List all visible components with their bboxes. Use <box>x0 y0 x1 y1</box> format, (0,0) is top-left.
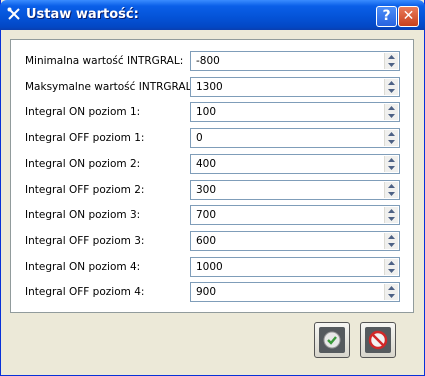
arrow-down-icon[interactable] <box>385 138 398 146</box>
field-label: Maksymalne wartość INTRGRAL: <box>25 81 195 93</box>
cancel-button[interactable] <box>360 322 396 358</box>
field-label: Integral ON poziom 1: <box>25 106 141 118</box>
arrow-up-icon[interactable] <box>385 79 398 87</box>
field-label: Integral OFF poziom 1: <box>25 132 145 144</box>
arrow-down-icon[interactable] <box>385 190 398 198</box>
spinner-value[interactable]: 1000 <box>196 261 223 273</box>
checkmark-icon <box>323 331 341 349</box>
help-icon: ? <box>382 8 391 24</box>
spinner-buttons <box>384 79 398 95</box>
ok-button[interactable] <box>314 322 350 358</box>
window-title: Ustaw wartość: <box>26 7 139 22</box>
value-spinner[interactable]: 0 <box>190 128 400 148</box>
field-label: Integral ON poziom 3: <box>25 209 141 221</box>
value-spinner[interactable]: -800 <box>190 51 400 71</box>
spinner-buttons <box>384 207 398 223</box>
value-spinner[interactable]: 700 <box>190 205 400 225</box>
no-entry-icon <box>368 330 388 350</box>
spinner-buttons <box>384 104 398 120</box>
spinner-value[interactable]: 0 <box>196 132 203 144</box>
field-label: Integral ON poziom 2: <box>25 158 141 170</box>
arrow-down-icon[interactable] <box>385 87 398 95</box>
value-spinner[interactable]: 100 <box>190 102 400 122</box>
spinner-value[interactable]: 400 <box>196 158 216 170</box>
value-spinner[interactable]: 900 <box>190 282 400 302</box>
spinner-value[interactable]: 600 <box>196 235 216 247</box>
field-label: Integral OFF poziom 4: <box>25 286 145 298</box>
arrow-down-icon[interactable] <box>385 292 398 300</box>
arrow-down-icon[interactable] <box>385 215 398 223</box>
arrow-up-icon[interactable] <box>385 156 398 164</box>
arrow-up-icon[interactable] <box>385 259 398 267</box>
arrow-up-icon[interactable] <box>385 130 398 138</box>
value-spinner[interactable]: 1000 <box>190 257 400 277</box>
value-spinner[interactable]: 600 <box>190 231 400 251</box>
cancel-icon-background <box>365 327 391 353</box>
value-spinner[interactable]: 400 <box>190 154 400 174</box>
spinner-buttons <box>384 233 398 249</box>
tools-icon <box>7 7 20 20</box>
arrow-down-icon[interactable] <box>385 267 398 275</box>
spinner-value[interactable]: 700 <box>196 209 216 221</box>
spinner-value[interactable]: 100 <box>196 106 216 118</box>
field-label: Integral OFF poziom 3: <box>25 235 145 247</box>
close-icon: ✕ <box>402 8 415 24</box>
dialog-window: Ustaw wartość: ? ✕ Minimalna wartość INT… <box>0 0 425 376</box>
field-label: Integral OFF poziom 2: <box>25 184 145 196</box>
arrow-down-icon[interactable] <box>385 112 398 120</box>
field-label: Integral ON poziom 4: <box>25 261 141 273</box>
arrow-down-icon[interactable] <box>385 241 398 249</box>
spinner-buttons <box>384 182 398 198</box>
field-label: Minimalna wartość INTRGRAL: <box>25 55 184 67</box>
value-spinner[interactable]: 1300 <box>190 77 400 97</box>
arrow-down-icon[interactable] <box>385 61 398 69</box>
spinner-value[interactable]: -800 <box>196 55 220 67</box>
arrow-up-icon[interactable] <box>385 207 398 215</box>
spinner-buttons <box>384 53 398 69</box>
spinner-value[interactable]: 300 <box>196 184 216 196</box>
arrow-up-icon[interactable] <box>385 104 398 112</box>
spinner-buttons <box>384 259 398 275</box>
arrow-up-icon[interactable] <box>385 53 398 61</box>
spinner-buttons <box>384 130 398 146</box>
spinner-value[interactable]: 900 <box>196 286 216 298</box>
arrow-up-icon[interactable] <box>385 284 398 292</box>
spinner-buttons <box>384 284 398 300</box>
arrow-up-icon[interactable] <box>385 182 398 190</box>
close-button[interactable]: ✕ <box>398 6 419 27</box>
spinner-buttons <box>384 156 398 172</box>
ok-icon-background <box>319 327 345 353</box>
value-spinner[interactable]: 300 <box>190 180 400 200</box>
arrow-down-icon[interactable] <box>385 164 398 172</box>
help-button[interactable]: ? <box>376 6 397 27</box>
arrow-up-icon[interactable] <box>385 233 398 241</box>
title-bar[interactable]: Ustaw wartość: ? ✕ <box>0 0 425 30</box>
spinner-value[interactable]: 1300 <box>196 81 223 93</box>
